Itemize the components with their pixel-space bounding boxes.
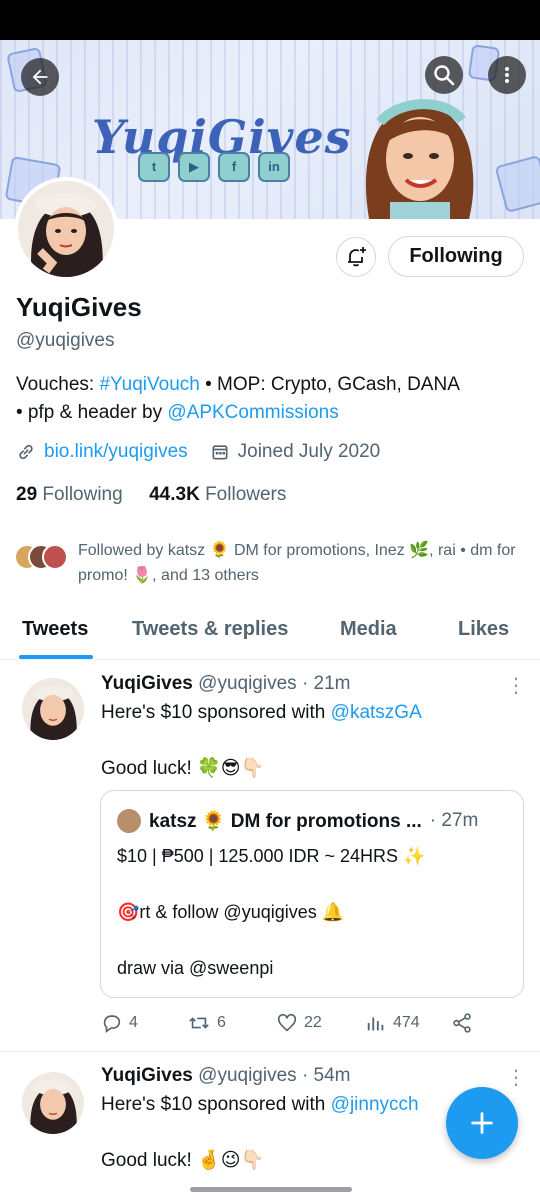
tweet-time: · 21m [301,673,351,694]
quoted-tweet-header: katsz 🌻 DM for promotions ... · 27m [117,809,511,833]
tweet-author-name[interactable]: YuqiGives [101,673,193,694]
banner-social-icons: t ▶ f in [138,152,290,182]
banner-portrait-illustration [365,99,474,219]
followed-by[interactable]: Followed by katsz 🌻 DM for promotions, I… [14,538,534,588]
followed-by-text: Followed by katsz 🌻 DM for promotions, I… [78,542,516,584]
followers-count-link[interactable]: 44.3K Followers [149,484,286,505]
following-button[interactable]: Following [388,236,524,277]
link-icon [16,442,36,462]
bio-text: Vouches: [16,374,100,395]
vertical-dots-icon [505,67,509,83]
tweet-divider [0,1051,540,1052]
bell-plus-icon [348,247,366,267]
heart-icon [277,1013,297,1032]
profile-bio: Vouches: #YuqiVouch • MOP: Crypto, GCash… [16,371,526,427]
reply-button[interactable]: 4 [101,1012,138,1034]
tweet-header: YuqiGives @yuqigives · 54m [101,1065,351,1087]
retweet-icon [189,1017,209,1029]
arrow-left-icon [32,69,48,85]
compose-tweet-button[interactable] [446,1087,518,1159]
website-link[interactable]: bio.link/yuqigives [44,441,188,463]
tweet-text: Here's $10 sponsored with @jinnycch [101,1094,419,1115]
profile-handle: @yuqigives [16,330,115,351]
quoted-tweet-time: · 27m [429,810,479,831]
profile-tabs: Tweets Tweets & replies Media Likes [0,610,540,660]
quoted-tweet[interactable]: katsz 🌻 DM for promotions ... · 27m $10 … [100,790,524,998]
notifications-button[interactable] [336,237,376,277]
profile-meta: bio.link/yuqigives Joined July 2020 [16,441,380,463]
tweet-author-name[interactable]: YuqiGives [101,1065,193,1086]
search-button[interactable] [425,56,463,94]
tweet-time: · 54m [301,1065,351,1086]
banner-social-icon: f [218,152,250,182]
mention-link[interactable]: @katszGA [331,702,422,723]
follow-counts: 29 Following 44.3K Followers [16,484,286,506]
more-options-button[interactable] [488,56,526,94]
followers-avatars [14,538,78,572]
profile-avatar[interactable] [14,177,118,281]
tweet-author-handle: @yuqigives [198,673,297,694]
banner-social-icon: in [258,152,290,182]
plus-icon [471,1112,493,1134]
share-icon [453,1013,471,1033]
profile-name: YuqiGives [16,292,142,322]
tweet-avatar[interactable] [22,1072,84,1134]
tab-tweets-replies[interactable]: Tweets & replies [132,618,288,641]
tweet-avatar[interactable] [22,678,84,740]
mention-link[interactable]: @APKCommissions [167,402,338,423]
search-icon [434,65,455,86]
tab-tweets[interactable]: Tweets [22,618,88,641]
views-button[interactable]: 474 [365,1012,420,1034]
status-bar [0,0,540,40]
back-button[interactable] [21,58,59,96]
quoted-author-name: katsz 🌻 DM for promotions ... [149,811,422,832]
tweet-more-button[interactable]: ⋮ [506,1065,526,1090]
banner-social-icon: ▶ [178,152,210,182]
joined-date: Joined July 2020 [237,441,381,462]
tweet-actions: 4 6 22 474 [101,1012,521,1040]
tweet-author-handle: @yuqigives [198,1065,297,1086]
tweet-more-button[interactable]: ⋮ [506,673,526,698]
calendar-icon [210,442,230,462]
home-indicator[interactable] [190,1187,352,1192]
tab-media[interactable]: Media [340,618,397,641]
following-count-link[interactable]: 29 Following [16,484,123,505]
avatar [22,1072,84,1134]
quoted-text-line: 🎯rt & follow @yuqigives 🔔 [117,902,345,922]
like-button[interactable]: 22 [276,1012,322,1034]
share-button[interactable] [451,1012,473,1034]
mention-link[interactable]: @jinnycch [331,1094,419,1115]
avatar [22,678,84,740]
retweet-button[interactable]: 6 [187,1012,226,1034]
tweet-text-line2: Good luck! 🍀😎👇🏻 [101,758,265,779]
active-tab-indicator [19,655,93,659]
avatar [117,809,141,833]
avatar [18,181,114,277]
reply-icon [103,1015,121,1033]
quoted-text-line: draw via @sweenpi [117,958,274,978]
analytics-icon [367,1017,384,1031]
bio-text: • MOP: Crypto, GCash, DANA [199,374,460,395]
tweet-text-line2: Good luck! 🤞😉👇🏻 [101,1150,265,1171]
tab-likes[interactable]: Likes [458,618,509,641]
quoted-text-line: $10 | ₱500 | 125.000 IDR ~ 24HRS ✨ [117,846,426,866]
hashtag-link[interactable]: #YuqiVouch [99,374,199,395]
tweet-text: Here's $10 sponsored with @katszGA [101,702,422,723]
tweet-header: YuqiGives @yuqigives · 21m [101,673,351,695]
banner-social-icon: t [138,152,170,182]
bio-text: • pfp & header by [16,402,168,423]
